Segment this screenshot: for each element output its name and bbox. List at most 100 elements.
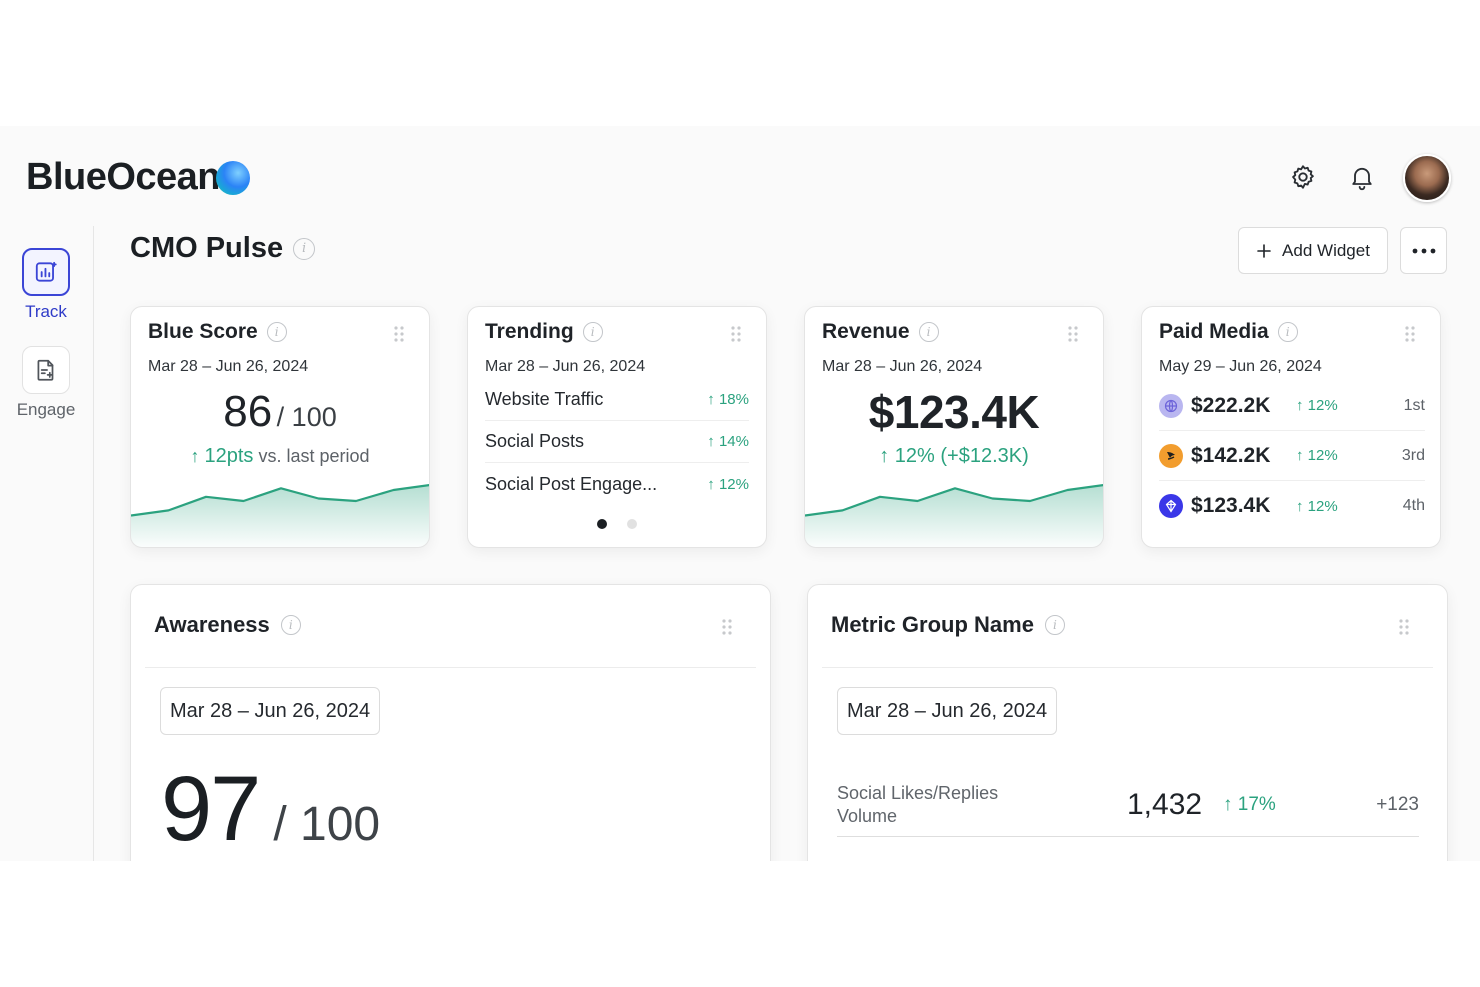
trend-row-website-traffic[interactable]: Website Traffic ↑ 18% — [485, 379, 749, 421]
chart-sparkle-icon — [22, 248, 70, 296]
bell-icon[interactable] — [1347, 162, 1377, 192]
info-icon[interactable]: i — [280, 615, 301, 635]
card-title-text: Revenue — [822, 320, 910, 343]
metric-group-card[interactable]: Metric Group Name i Mar 28 – Jun 26, 202… — [807, 584, 1448, 861]
paid-pct: ↑ 12% — [1296, 498, 1396, 515]
trend-label: Website Traffic — [485, 389, 604, 409]
blue-score-card[interactable]: Blue Score i Mar 28 – Jun 26, 2024 86 / … — [130, 306, 430, 548]
add-widget-button[interactable]: Add Widget — [1238, 227, 1388, 274]
date-range-chip[interactable]: Mar 28 – Jun 26, 2024 — [160, 687, 381, 735]
trend-pct-value: 18% — [718, 391, 749, 408]
page-title: CMO Pulse i — [130, 232, 316, 265]
gear-icon[interactable] — [1288, 162, 1318, 192]
score-max: / 100 — [276, 402, 337, 432]
revenue-value: $123.4K — [868, 386, 1040, 438]
card-title: Paid Media i — [1159, 320, 1298, 344]
blue-brand-icon — [1159, 494, 1183, 518]
more-horizontal-icon — [1412, 248, 1435, 253]
plus-icon — [1257, 243, 1271, 258]
sparkline-area — [805, 485, 1103, 547]
trend-pct: ↑ 12% — [707, 476, 749, 493]
app-window: BlueOcean Track Engage CMO Pulse i Add W… — [0, 126, 1480, 861]
drag-handle-icon[interactable] — [730, 325, 742, 343]
document-edit-icon — [22, 346, 70, 394]
revenue-delta-value: 12% (+$12.3K) — [894, 445, 1029, 467]
date-range: Mar 28 – Jun 26, 2024 — [148, 358, 309, 375]
info-icon[interactable]: i — [266, 322, 287, 342]
info-icon[interactable]: i — [1277, 322, 1298, 342]
pagination-dot-2[interactable] — [627, 519, 637, 529]
card-title: Trending i — [485, 320, 603, 344]
sparkline-area — [131, 485, 429, 547]
info-icon[interactable]: i — [582, 322, 603, 342]
arrow-up-icon: ↑ — [1296, 397, 1308, 414]
awareness-score: 97 / 100 — [161, 757, 380, 861]
paid-media-row[interactable]: $222.2K ↑ 12% 1st — [1159, 381, 1425, 431]
card-title-text: Awareness — [154, 612, 270, 637]
metric-row[interactable]: Social Likes/Replies Volume 1,432 ↑ 17% … — [837, 773, 1419, 837]
metric-label: Social Likes/Replies Volume — [837, 782, 999, 826]
paid-pct: ↑ 12% — [1296, 447, 1396, 464]
pagination-dot-1[interactable] — [597, 519, 607, 529]
sidebar: Track Engage — [0, 226, 94, 861]
brand-name: BlueOcean — [26, 156, 221, 198]
date-range: Mar 28 – Jun 26, 2024 — [822, 358, 983, 375]
sidebar-item-track[interactable]: Track — [0, 248, 92, 322]
drag-handle-icon[interactable] — [393, 325, 405, 343]
metric-pct-value: 17% — [1237, 793, 1276, 815]
awareness-score-number: 97 — [161, 758, 261, 860]
pagination-dots — [468, 519, 766, 529]
paid-rank: 4th — [1402, 497, 1425, 514]
drag-handle-icon[interactable] — [721, 618, 733, 636]
card-title: Blue Score i — [148, 320, 287, 344]
awareness-score-max: / 100 — [273, 798, 381, 851]
arrow-up-icon: ↑ — [1223, 793, 1238, 815]
orange-brand-icon — [1159, 443, 1183, 468]
trend-row-social-post-engagement[interactable]: Social Post Engage... ↑ 12% — [485, 463, 749, 505]
paid-media-row[interactable]: $142.2K ↑ 12% 3rd — [1159, 431, 1425, 481]
info-icon[interactable]: i — [293, 237, 316, 260]
trend-pct-value: 12% — [718, 475, 749, 493]
revenue-sparkline — [805, 484, 1103, 547]
arrow-up-icon: ↑ — [707, 391, 719, 408]
trend-row-social-posts[interactable]: Social Posts ↑ 14% — [485, 421, 749, 463]
paid-media-card[interactable]: Paid Media i May 29 – Jun 26, 2024 $222.… — [1141, 306, 1441, 548]
info-icon[interactable]: i — [918, 322, 939, 342]
paid-pct: ↑ 12% — [1296, 397, 1396, 414]
trending-card[interactable]: Trending i Mar 28 – Jun 26, 2024 Website… — [467, 306, 767, 548]
card-title-text: Paid Media — [1159, 320, 1269, 343]
info-icon[interactable]: i — [1044, 615, 1065, 635]
card-title-text: Blue Score — [148, 320, 258, 343]
arrow-up-icon: ↑ — [707, 475, 719, 493]
metric-value: 1,432 — [1127, 787, 1203, 821]
sidebar-item-label: Engage — [16, 400, 76, 419]
brand-logo[interactable]: BlueOcean — [26, 156, 251, 199]
revenue-card[interactable]: Revenue i Mar 28 – Jun 26, 2024 $123.4K … — [804, 306, 1104, 548]
date-range-chip[interactable]: Mar 28 – Jun 26, 2024 — [837, 687, 1058, 735]
drag-handle-icon[interactable] — [1404, 325, 1416, 343]
trend-label: Social Posts — [485, 431, 585, 451]
date-range: May 29 – Jun 26, 2024 — [1159, 358, 1322, 375]
page-title-text: CMO Pulse — [130, 232, 284, 264]
awareness-card[interactable]: Awareness i Mar 28 – Jun 26, 2024 97 / 1… — [130, 584, 771, 861]
paid-value: $142.2K — [1191, 443, 1271, 467]
sidebar-item-label: Track — [25, 302, 67, 321]
drag-handle-icon[interactable] — [1067, 325, 1079, 343]
drag-handle-icon[interactable] — [1398, 618, 1410, 636]
arrow-up-icon: ↑ — [1296, 497, 1308, 515]
card-title: Metric Group Name i — [831, 612, 1065, 638]
brand-logo-mark — [216, 160, 251, 195]
paid-rank: 1st — [1403, 396, 1425, 414]
user-avatar[interactable] — [1403, 154, 1451, 202]
arrow-up-icon: ↑ — [879, 445, 895, 467]
paid-media-row[interactable]: $123.4K ↑ 12% 4th — [1159, 481, 1425, 531]
paid-pct-value: 12% — [1307, 397, 1338, 414]
paid-pct-value: 12% — [1307, 447, 1338, 464]
card-divider — [822, 667, 1433, 668]
score-number: 86 — [223, 387, 273, 436]
arrow-up-icon: ↑ — [1296, 447, 1308, 464]
sidebar-item-engage[interactable]: Engage — [0, 346, 92, 420]
add-widget-label: Add Widget — [1282, 240, 1370, 260]
more-options-button[interactable] — [1400, 227, 1447, 274]
paid-value: $123.4K — [1191, 494, 1271, 517]
